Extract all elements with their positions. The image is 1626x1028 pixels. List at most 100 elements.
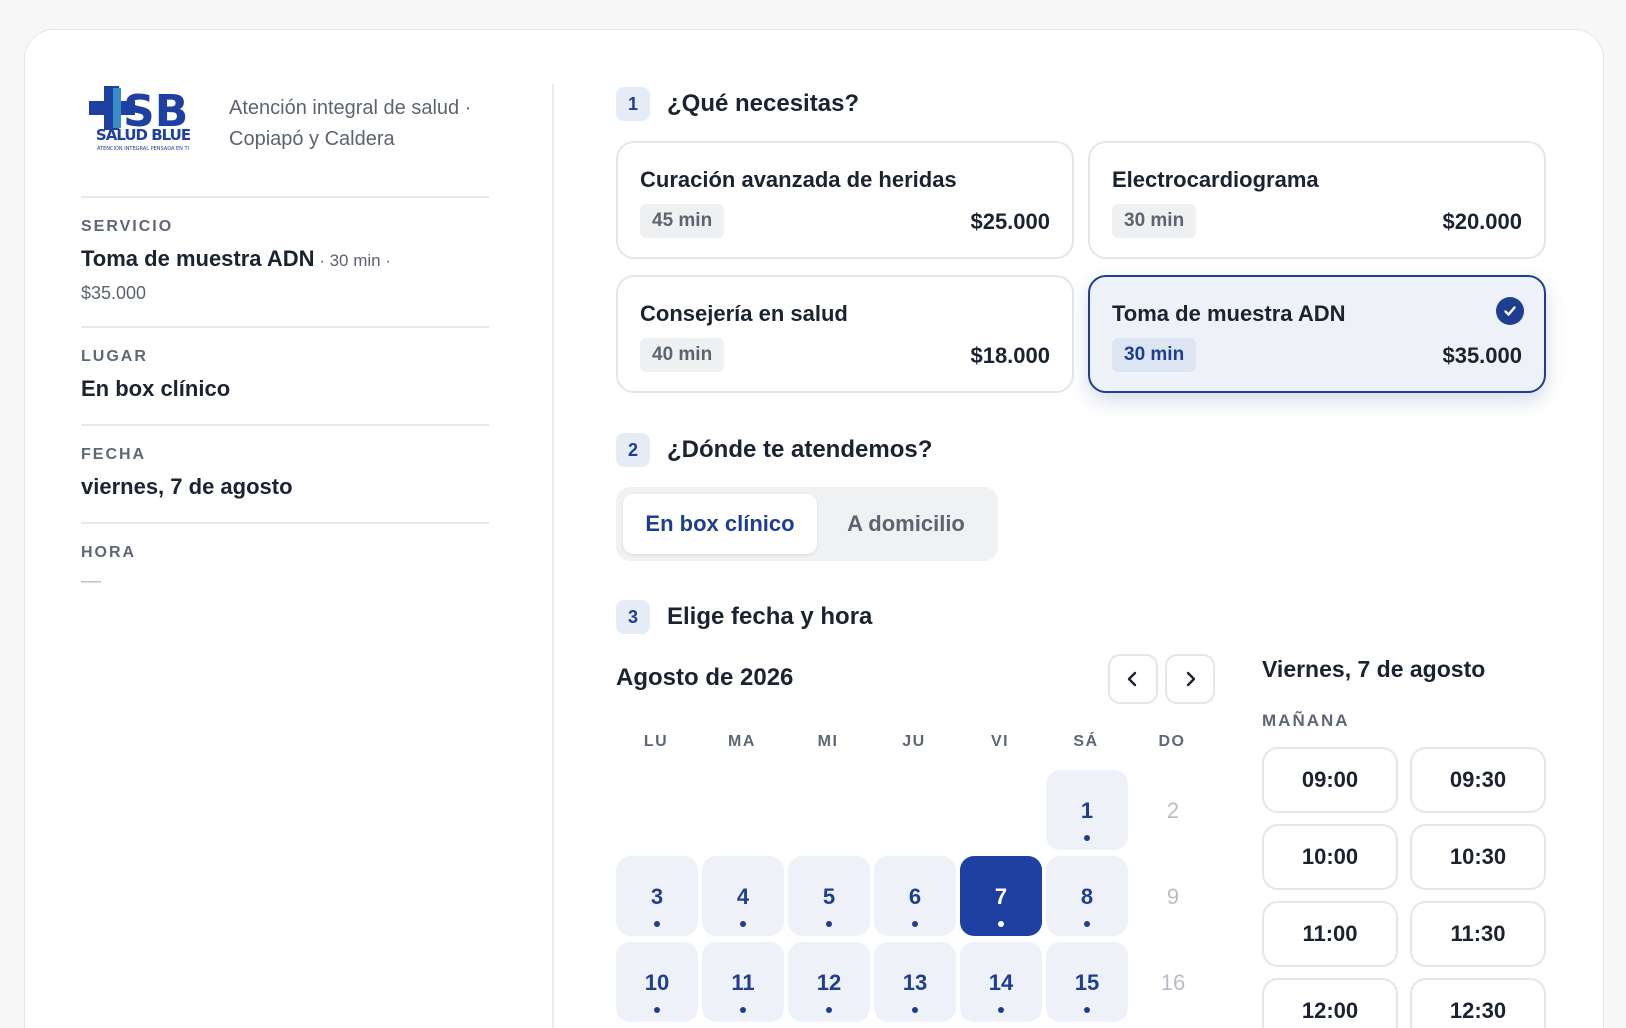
step-number: 2 — [616, 433, 650, 467]
summary-sidebar: SB SALUD BLUE ATENCIÓN INTEGRAL PENSADA … — [81, 84, 489, 593]
next-month-button[interactable] — [1165, 654, 1215, 704]
day-number: 5 — [822, 884, 836, 909]
column-divider — [552, 84, 554, 1028]
service-duration-badge: 40 min — [640, 338, 725, 372]
slots-date-title: Viernes, 7 de agosto — [1262, 656, 1486, 682]
salud-blue-logo: SB SALUD BLUE ATENCIÓN INTEGRAL PENSADA … — [89, 86, 192, 152]
calendar-day[interactable]: 12 — [788, 942, 870, 1022]
day-number: 1 — [1080, 798, 1094, 823]
location-option-box[interactable]: En box clínico — [623, 494, 817, 554]
day-number: 7 — [994, 884, 1008, 909]
service-card-toma-muestra-adn[interactable]: Toma de muestra ADN 30 min $35.000 — [1088, 275, 1546, 393]
day-number: 3 — [650, 884, 664, 909]
service-name: Toma de muestra ADN — [1112, 301, 1346, 326]
availability-dot — [1084, 921, 1090, 927]
calendar-day[interactable]: 4 — [702, 856, 784, 936]
calendar-day[interactable]: 14 — [960, 942, 1042, 1022]
brand-tagline: Atención integral de salud · Copiapó y C… — [229, 97, 472, 150]
day-number: 4 — [736, 884, 750, 909]
weekday-header: MA — [728, 733, 756, 750]
summary-time: HORA — — [81, 524, 489, 593]
service-duration-badge: 30 min — [1112, 338, 1197, 372]
service-price: $18.000 — [970, 343, 1050, 368]
brand-header: SB SALUD BLUE ATENCIÓN INTEGRAL PENSADA … — [81, 84, 489, 196]
day-number: 2 — [1166, 798, 1180, 823]
availability-dot — [998, 1007, 1004, 1013]
day-number: 16 — [1160, 970, 1186, 995]
weekday-header: VI — [990, 733, 1010, 750]
availability-dot — [1084, 1007, 1090, 1013]
calendar-month-title: Agosto de 2026 — [616, 664, 794, 691]
availability-dot — [654, 921, 660, 927]
service-card-consejeria[interactable]: Consejería en salud 40 min $18.000 — [616, 275, 1074, 393]
service-duration-badge: 30 min — [1112, 204, 1197, 238]
summary-service-label: SERVICIO — [81, 218, 174, 235]
availability-dot — [740, 921, 746, 927]
calendar-day[interactable]: 15 — [1046, 942, 1128, 1022]
service-price: $35.000 — [1442, 343, 1522, 368]
slots-period-label: MAÑANA — [1262, 711, 1350, 730]
day-number: 9 — [1166, 884, 1180, 909]
summary-date: FECHA viernes, 7 de agosto — [81, 426, 489, 522]
time-slot-button[interactable]: 12:00 — [1262, 978, 1398, 1028]
time-slot-button[interactable]: 10:00 — [1262, 824, 1398, 890]
time-slot-button[interactable]: 11:00 — [1262, 901, 1398, 967]
step-title: ¿Dónde te atendemos? — [667, 436, 933, 463]
availability-dot — [912, 921, 918, 927]
availability-dot — [826, 1007, 832, 1013]
summary-place-value: En box clínico — [81, 376, 231, 401]
calendar-day-selected[interactable]: 7 — [960, 856, 1042, 936]
weekday-header: SÁ — [1073, 733, 1099, 750]
step-2-header: 2 ¿Dónde te atendemos? — [616, 433, 932, 467]
availability-dot — [998, 921, 1004, 927]
prev-month-button[interactable] — [1108, 654, 1158, 704]
summary-date-label: FECHA — [81, 446, 147, 463]
step-number: 3 — [616, 600, 650, 634]
day-number: 14 — [988, 970, 1014, 995]
service-card-electrocardiograma[interactable]: Electrocardiograma 30 min $20.000 — [1088, 141, 1546, 259]
summary-service: SERVICIO Toma de muestra ADN · 30 min · … — [81, 198, 489, 326]
service-name: Electrocardiograma — [1112, 167, 1319, 192]
time-slot-button[interactable]: 09:00 — [1262, 747, 1398, 813]
service-name: Curación avanzada de heridas — [640, 167, 957, 192]
calendar-day[interactable]: 5 — [788, 856, 870, 936]
summary-time-label: HORA — [81, 544, 137, 561]
service-card-curacion[interactable]: Curación avanzada de heridas 45 min $25.… — [616, 141, 1074, 259]
calendar-day[interactable]: 8 — [1046, 856, 1128, 936]
day-number: 6 — [908, 884, 922, 909]
availability-dot — [740, 1007, 746, 1013]
svg-text:ATENCIÓN INTEGRAL PENSADA EN T: ATENCIÓN INTEGRAL PENSADA EN TI — [97, 145, 189, 152]
summary-place-label: LUGAR — [81, 348, 148, 365]
location-option-domicilio[interactable]: A domicilio — [821, 494, 991, 554]
service-price: $20.000 — [1442, 209, 1522, 234]
calendar-day-disabled: 16 — [1132, 942, 1214, 1022]
calendar-day[interactable]: 10 — [616, 942, 698, 1022]
location-toggle: En box clínico A domicilio — [616, 487, 998, 561]
availability-dot — [912, 1007, 918, 1013]
chevron-right-icon — [1186, 671, 1196, 687]
day-number: 8 — [1080, 884, 1094, 909]
calendar-day[interactable]: 1 — [1046, 770, 1128, 850]
calendar-day[interactable]: 13 — [874, 942, 956, 1022]
calendar-day[interactable]: 6 — [874, 856, 956, 936]
summary-time-value: — — [81, 570, 101, 592]
time-slot-button[interactable]: 09:30 — [1410, 747, 1546, 813]
availability-dot — [654, 1007, 660, 1013]
time-slot-button[interactable]: 12:30 — [1410, 978, 1546, 1028]
time-slot-button[interactable]: 10:30 — [1410, 824, 1546, 890]
summary-service-name: Toma de muestra ADN — [81, 246, 315, 271]
check-circle-icon — [1496, 297, 1524, 325]
calendar-day[interactable]: 11 — [702, 942, 784, 1022]
summary-date-value: viernes, 7 de agosto — [81, 474, 293, 499]
service-price: $25.000 — [970, 209, 1050, 234]
weekday-header: JU — [902, 733, 926, 750]
service-duration-badge: 45 min — [640, 204, 725, 238]
time-slot-button[interactable]: 11:30 — [1410, 901, 1546, 967]
day-number: 13 — [902, 970, 928, 995]
step-number: 1 — [616, 87, 650, 121]
step-title: Elige fecha y hora — [667, 603, 873, 630]
day-number: 15 — [1074, 970, 1100, 995]
calendar-day-disabled: 2 — [1132, 770, 1214, 850]
chevron-left-icon — [1127, 671, 1137, 687]
calendar-day[interactable]: 3 — [616, 856, 698, 936]
